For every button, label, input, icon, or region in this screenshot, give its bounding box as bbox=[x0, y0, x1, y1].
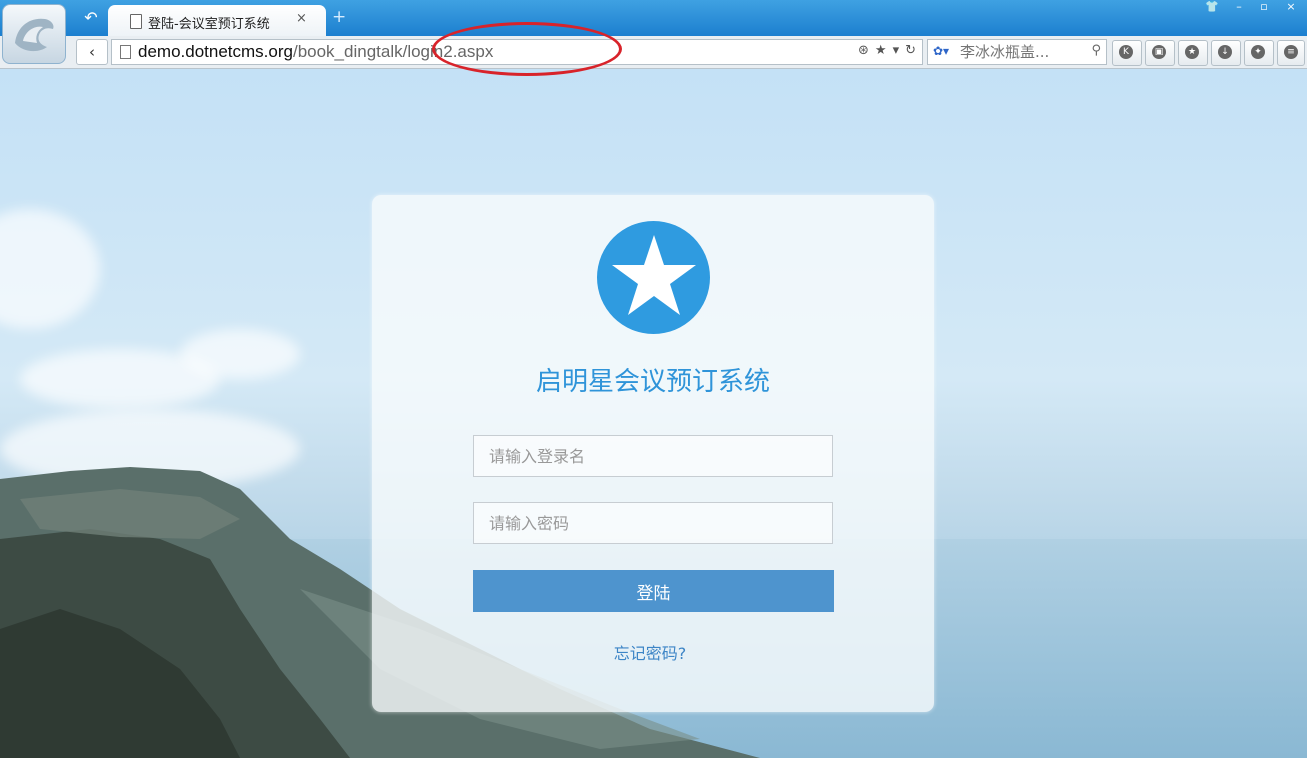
logo-badge bbox=[597, 221, 710, 334]
forgot-password-link[interactable]: 忘记密码? bbox=[372, 640, 928, 664]
undo-close-tab-icon[interactable]: ↶ bbox=[78, 7, 104, 29]
close-window-button[interactable]: × bbox=[1280, 0, 1302, 16]
annotation-circle bbox=[432, 22, 622, 76]
browser-logo-icon[interactable] bbox=[2, 4, 66, 64]
toolbar-favorites-button[interactable]: ★ bbox=[1178, 40, 1208, 66]
refresh-icon[interactable]: ↻ bbox=[905, 43, 916, 58]
minimize-button[interactable]: – bbox=[1228, 0, 1250, 16]
login-card: 启明星会议预订系统 登陆 忘记密码? bbox=[372, 195, 934, 712]
back-button[interactable]: ‹ bbox=[76, 39, 108, 65]
username-input[interactable] bbox=[473, 435, 833, 477]
browser-tab-active[interactable]: 登陆-会议室预订系统 × bbox=[108, 5, 326, 36]
bookmark-star-icon[interactable]: ★ bbox=[875, 43, 887, 58]
download-icon: ↓ bbox=[1218, 45, 1232, 59]
login-button[interactable]: 登陆 bbox=[473, 570, 834, 612]
menu-icon: ≡ bbox=[1284, 45, 1298, 59]
login-page: 启明星会议预订系统 登陆 忘记密码? bbox=[0, 69, 1307, 758]
page-icon bbox=[130, 14, 142, 29]
dropdown-arrow-icon[interactable]: ▾ bbox=[893, 43, 900, 58]
toolbar-download-button[interactable]: ↓ bbox=[1211, 40, 1241, 66]
toolbar-menu-button[interactable]: ≡ bbox=[1277, 40, 1305, 66]
gamepad-icon: ✦ bbox=[1251, 45, 1265, 59]
toolbar-lock-button[interactable]: ▣ bbox=[1145, 40, 1175, 66]
toolbar-game-button[interactable]: ✦ bbox=[1244, 40, 1274, 66]
page-icon bbox=[120, 45, 131, 59]
skin-icon[interactable]: 👕 bbox=[1201, 0, 1223, 16]
tab-close-icon[interactable]: × bbox=[296, 11, 307, 26]
system-title: 启明星会议预订系统 bbox=[535, 367, 770, 397]
search-input[interactable] bbox=[958, 42, 1087, 62]
search-box[interactable]: ✿▾ ⚲ bbox=[927, 39, 1107, 65]
url-host: demo.dotnetcms.org bbox=[138, 42, 293, 61]
search-icon[interactable]: ⚲ bbox=[1091, 43, 1101, 58]
new-tab-button[interactable]: + bbox=[332, 7, 346, 27]
compat-mode-icon[interactable]: ⊛ bbox=[858, 43, 869, 58]
password-input[interactable] bbox=[473, 502, 833, 544]
toolbar-k-button[interactable]: K bbox=[1112, 40, 1142, 66]
star-icon: ★ bbox=[1185, 45, 1199, 59]
address-bar-icons: ⊛ ★ ▾ ↻ bbox=[852, 43, 916, 58]
star-icon bbox=[612, 235, 696, 315]
tab-title: 登陆-会议室预订系统 bbox=[148, 17, 270, 32]
lock-icon: ▣ bbox=[1152, 45, 1166, 59]
maximize-button[interactable]: ▫ bbox=[1253, 0, 1275, 16]
browser-tab-bar: ↶ 登陆-会议室预订系统 × + 👕 – ▫ × bbox=[0, 0, 1307, 36]
k-icon: K bbox=[1119, 45, 1133, 59]
browser-nav-bar: ‹ demo.dotnetcms.org/book_dingtalk/login… bbox=[0, 36, 1307, 69]
search-engine-icon[interactable]: ✿▾ bbox=[933, 44, 949, 58]
